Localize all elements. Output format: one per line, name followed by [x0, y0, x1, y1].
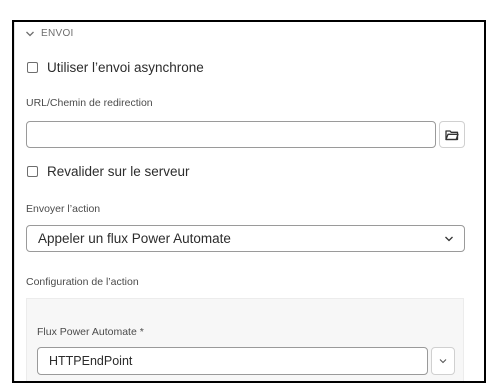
action-config-panel: Flux Power Automate * HTTPEndPoint	[26, 298, 464, 381]
chevron-down-icon	[439, 359, 447, 364]
chevron-down-icon	[26, 31, 34, 36]
browse-button[interactable]	[439, 121, 465, 148]
section-header-envoi[interactable]: ENVOI	[25, 28, 74, 39]
redirect-label: URL/Chemin de redirection	[26, 97, 153, 109]
flow-input[interactable]: HTTPEndPoint	[37, 347, 428, 375]
revalidate-checkbox[interactable]	[27, 166, 38, 177]
flow-value: HTTPEndPoint	[49, 354, 133, 368]
revalidate-label: Revalider sur le serveur	[47, 164, 190, 179]
action-config-label: Configuration de l’action	[26, 276, 139, 288]
folder-icon	[445, 129, 459, 140]
submission-panel: ENVOI Utiliser l’envoi asynchrone URL/Ch…	[12, 20, 486, 383]
flow-label: Flux Power Automate *	[37, 326, 144, 338]
flow-dropdown-button[interactable]	[431, 347, 455, 375]
chevron-down-icon	[445, 236, 453, 242]
section-title: ENVOI	[41, 28, 74, 39]
async-submit-label: Utiliser l’envoi asynchrone	[47, 60, 204, 75]
send-action-select[interactable]: Appeler un flux Power Automate	[26, 225, 465, 252]
async-submit-checkbox[interactable]	[27, 62, 38, 73]
async-submit-option[interactable]: Utiliser l’envoi asynchrone	[27, 60, 204, 75]
send-action-label: Envoyer l’action	[26, 203, 101, 215]
send-action-value: Appeler un flux Power Automate	[38, 231, 231, 246]
redirect-url-input[interactable]	[26, 121, 436, 148]
panel-content: ENVOI Utiliser l’envoi asynchrone URL/Ch…	[14, 22, 484, 381]
revalidate-option[interactable]: Revalider sur le serveur	[27, 164, 190, 179]
